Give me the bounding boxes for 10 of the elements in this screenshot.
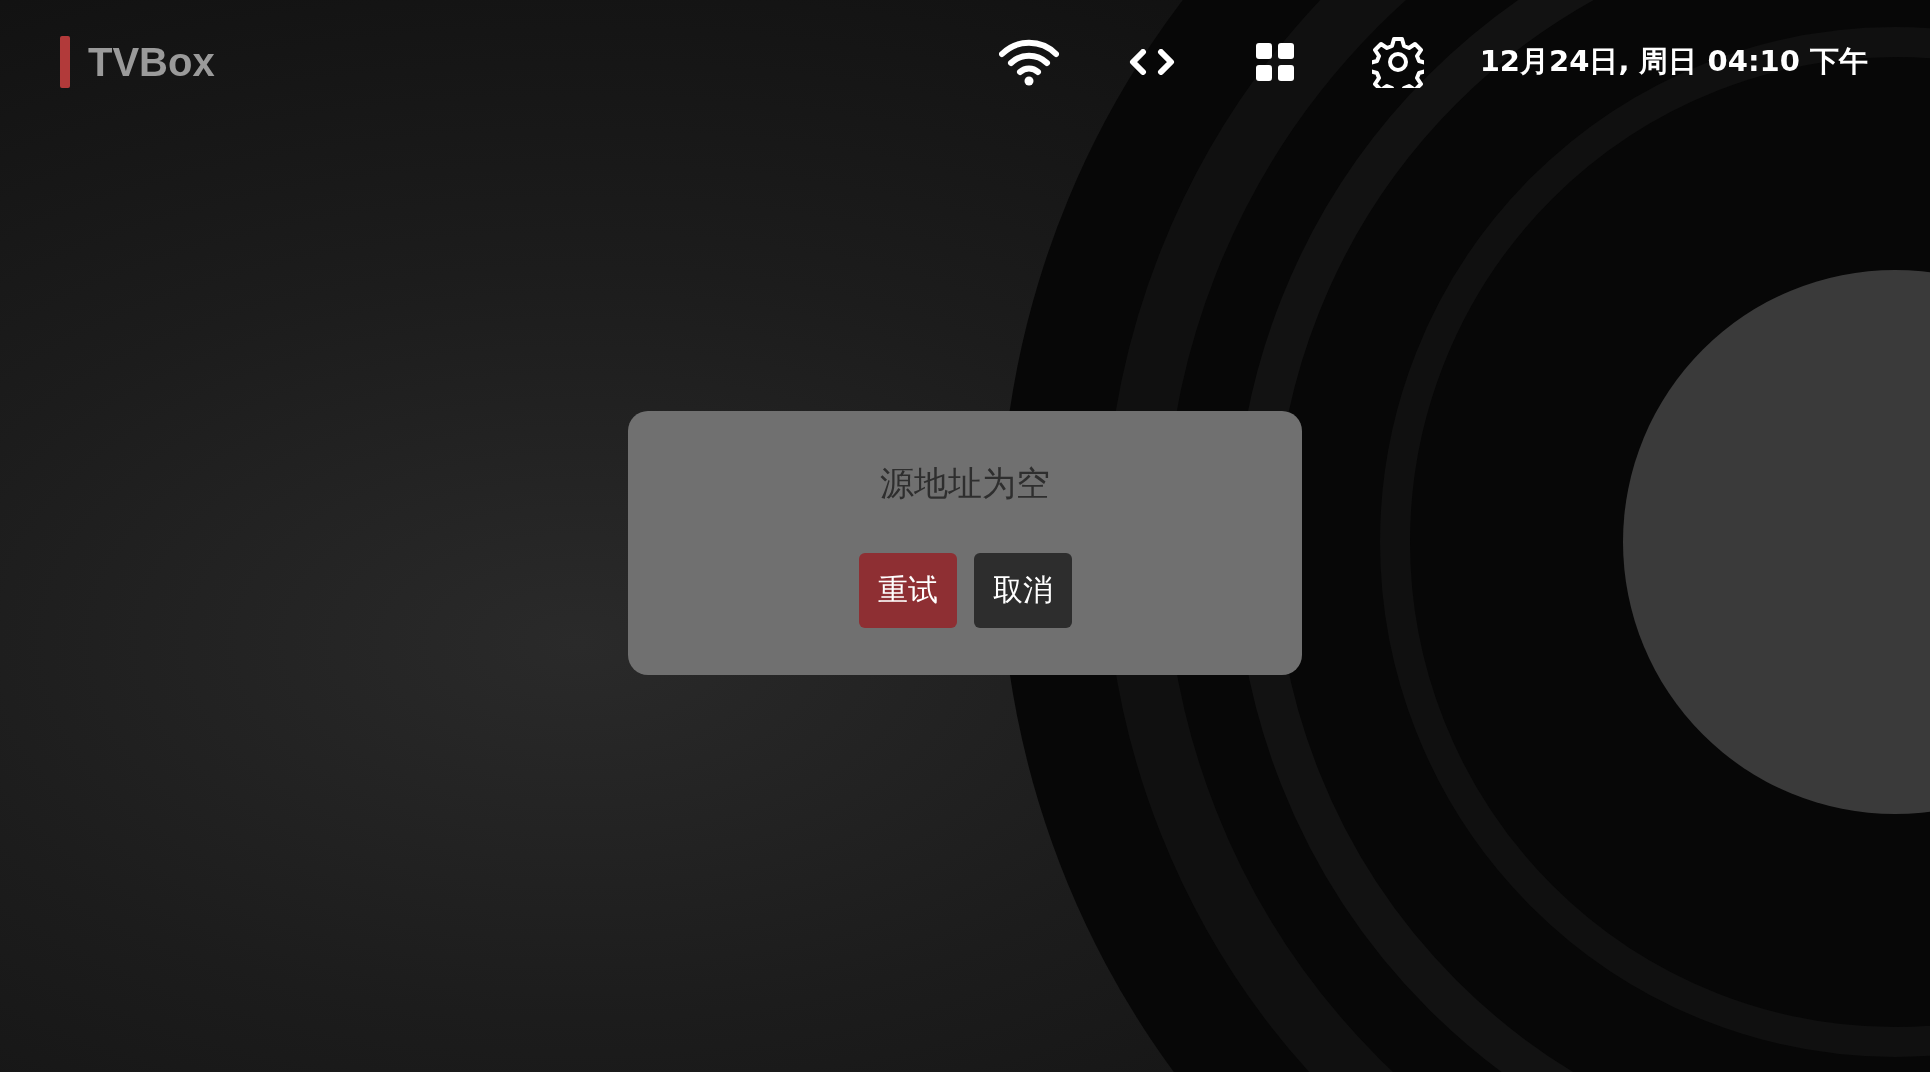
settings-icon[interactable] bbox=[1371, 36, 1424, 88]
code-icon[interactable] bbox=[1128, 49, 1175, 75]
cancel-button[interactable]: 取消 bbox=[973, 553, 1072, 628]
date-time: 12月24日, 周日 04:10 下午 bbox=[1479, 43, 1868, 80]
wifi-icon[interactable] bbox=[998, 38, 1059, 86]
dialog-message: 源地址为空 bbox=[880, 462, 1050, 505]
grid-icon[interactable] bbox=[1255, 43, 1294, 81]
logo-accent-bar bbox=[60, 36, 70, 88]
app-logo: TVBox bbox=[88, 39, 215, 85]
retry-button[interactable]: 重试 bbox=[858, 553, 957, 628]
